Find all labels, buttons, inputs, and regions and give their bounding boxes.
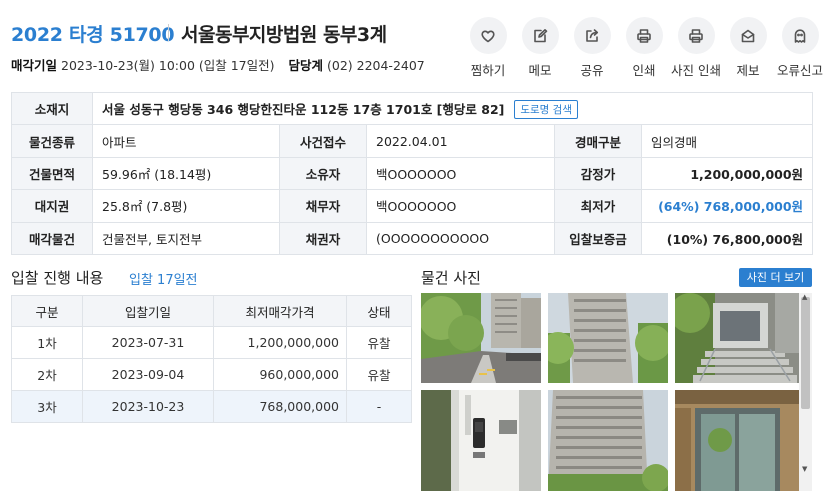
round-cell: 2차 xyxy=(11,358,83,391)
location-row: 소재지 서울 성동구 행당동 346 행당한진타운 112동 17층 1701호… xyxy=(11,91,814,126)
court-name: 서울동부지방법원 동부3계 xyxy=(181,24,387,46)
bidding-countdown: 입찰 17일전 xyxy=(129,273,198,288)
memo-icon xyxy=(534,28,548,42)
price-cell: 960,000,000 xyxy=(213,358,347,391)
round-header: 구분 xyxy=(11,295,83,327)
property-photo[interactable] xyxy=(675,390,800,491)
price-cell: 768,000,000 xyxy=(213,390,347,423)
action-toolbar: 찜하기 메모 공유 인쇄 사진 인쇄 제보 오류신고 xyxy=(462,17,826,79)
date-cell: 2023-07-31 xyxy=(82,326,214,359)
clerk-phone: (02) 2204-2407 xyxy=(326,58,425,73)
bidding-header-row: 구분 입찰기일 최저매각가격 상태 xyxy=(11,295,412,327)
sale-items-value: 건물전부, 토지전부 xyxy=(92,221,280,255)
more-photos-button[interactable]: 사진 더 보기 xyxy=(739,268,812,287)
table-row: 1차 2023-07-31 1,200,000,000 유찰 xyxy=(11,326,412,359)
share-button[interactable]: 공유 xyxy=(566,17,618,79)
bidding-section-title: 입찰 진행 내용 xyxy=(11,269,104,287)
case-number: 2022 타경 51700 xyxy=(11,24,175,46)
auction-type-label: 경매구분 xyxy=(554,124,642,158)
minimum-price-label: 최저가 xyxy=(554,189,642,223)
share-icon xyxy=(586,28,599,42)
price-cell: 1,200,000,000 xyxy=(213,326,347,359)
sale-items-label: 매각물건 xyxy=(11,221,93,255)
road-search-button[interactable]: 도로명 검색 xyxy=(514,99,578,119)
clerk-label: 담당계 xyxy=(288,58,323,73)
price-header: 최저매각가격 xyxy=(213,295,347,327)
memo-label: 메모 xyxy=(528,63,552,78)
status-cell: - xyxy=(346,390,412,423)
report-label: 제보 xyxy=(736,63,760,78)
share-label: 공유 xyxy=(580,63,604,78)
debtor-label: 채무자 xyxy=(279,189,367,223)
date-cell: 2023-09-04 xyxy=(82,358,214,391)
report-button[interactable]: 제보 xyxy=(722,17,774,79)
info-row: 매각물건 건물전부, 토지전부 채권자 (OOOOOOOOOOO 입찰보증금 (… xyxy=(11,221,814,255)
property-type-label: 물건종류 xyxy=(11,124,93,158)
debtor-value: 백OOOOOOO xyxy=(366,189,555,223)
case-received-value: 2022.04.01 xyxy=(366,124,555,158)
land-right-value: 25.8㎡ (7.8평) xyxy=(92,189,280,223)
memo-button[interactable]: 메모 xyxy=(514,17,566,79)
property-photo[interactable] xyxy=(421,390,541,491)
photo-section-title: 물건 사진 xyxy=(421,269,481,287)
status-cell: 유찰 xyxy=(346,358,412,391)
creditor-label: 채권자 xyxy=(279,221,367,255)
info-row: 대지권 25.8㎡ (7.8평) 채무자 백OOOOOOO 최저가 (64%) … xyxy=(11,189,814,223)
error-report-button[interactable]: 오류신고 xyxy=(774,17,826,79)
appraisal-value: 1,200,000,000원 xyxy=(640,156,814,191)
owner-label: 소유자 xyxy=(279,156,367,191)
property-photo[interactable] xyxy=(548,293,668,383)
favorite-label: 찜하기 xyxy=(470,63,506,78)
property-photo[interactable] xyxy=(675,293,800,383)
sale-info-line: 매각기일 2023-10-23(월) 10:00 (입찰 17일전) 담당계 (… xyxy=(11,55,425,74)
round-cell: 3차 xyxy=(11,390,83,423)
date-header: 입찰기일 xyxy=(82,295,214,327)
case-received-label: 사건접수 xyxy=(279,124,367,158)
favorite-button[interactable]: 찜하기 xyxy=(462,17,514,79)
building-area-label: 건물면적 xyxy=(11,156,93,191)
deposit-value: (10%) 76,800,000원 xyxy=(640,221,814,255)
photo-gallery xyxy=(421,293,812,491)
print-label: 인쇄 xyxy=(632,63,656,78)
photo-print-icon xyxy=(689,28,703,43)
scroll-down-arrow-icon[interactable]: ▼ xyxy=(802,465,807,473)
status-header: 상태 xyxy=(346,295,412,327)
scroll-up-arrow-icon[interactable]: ▲ xyxy=(802,293,807,301)
appraisal-label: 감정가 xyxy=(554,156,642,191)
sale-date: 2023-10-23(월) 10:00 (입찰 17일전) xyxy=(61,58,275,73)
report-icon xyxy=(741,29,755,42)
date-cell: 2023-10-23 xyxy=(82,390,214,423)
property-type-value: 아파트 xyxy=(92,124,280,158)
gallery-scrollbar-thumb[interactable] xyxy=(801,297,810,409)
auction-type-value: 임의경매 xyxy=(640,124,814,158)
ghost-icon xyxy=(794,28,806,43)
status-cell: 유찰 xyxy=(346,326,412,359)
info-row: 건물면적 59.96㎡ (18.14평) 소유자 백OOOOOOO 감정가 1,… xyxy=(11,156,814,191)
bidding-table: 구분 입찰기일 최저매각가격 상태 1차 2023-07-31 1,200,00… xyxy=(11,295,412,423)
land-right-label: 대지권 xyxy=(11,189,93,223)
error-report-label: 오류신고 xyxy=(776,63,823,78)
table-row: 2차 2023-09-04 960,000,000 유찰 xyxy=(11,358,412,391)
print-icon xyxy=(637,28,651,43)
creditor-value: (OOOOOOOOOOO xyxy=(366,221,555,255)
photo-print-button[interactable]: 사진 인쇄 xyxy=(670,17,722,79)
info-row: 물건종류 아파트 사건접수 2022.04.01 경매구분 임의경매 xyxy=(11,124,814,158)
location-cell: 서울 성동구 행당동 346 행당한진타운 112동 17층 1701호 [행당… xyxy=(91,91,814,126)
property-photo[interactable] xyxy=(421,293,541,383)
deposit-label: 입찰보증금 xyxy=(554,221,642,255)
location-label: 소재지 xyxy=(11,91,93,126)
building-area-value: 59.96㎡ (18.14평) xyxy=(92,156,280,191)
property-info-table: 소재지 서울 성동구 행당동 346 행당한진타운 112동 17층 1701호… xyxy=(11,91,814,255)
minimum-price-value: (64%) 768,000,000원 xyxy=(640,189,814,223)
sale-date-label: 매각기일 xyxy=(11,58,58,73)
heart-icon xyxy=(481,29,495,42)
title-divider xyxy=(168,24,169,41)
property-photo[interactable] xyxy=(548,390,668,491)
round-cell: 1차 xyxy=(11,326,83,359)
location-address: 서울 성동구 행당동 346 행당한진타운 112동 17층 1701호 [행당… xyxy=(102,101,505,117)
owner-value: 백OOOOOOO xyxy=(366,156,555,191)
photo-print-label: 사진 인쇄 xyxy=(671,63,721,78)
table-row-current: 3차 2023-10-23 768,000,000 - xyxy=(11,390,412,423)
print-button[interactable]: 인쇄 xyxy=(618,17,670,79)
